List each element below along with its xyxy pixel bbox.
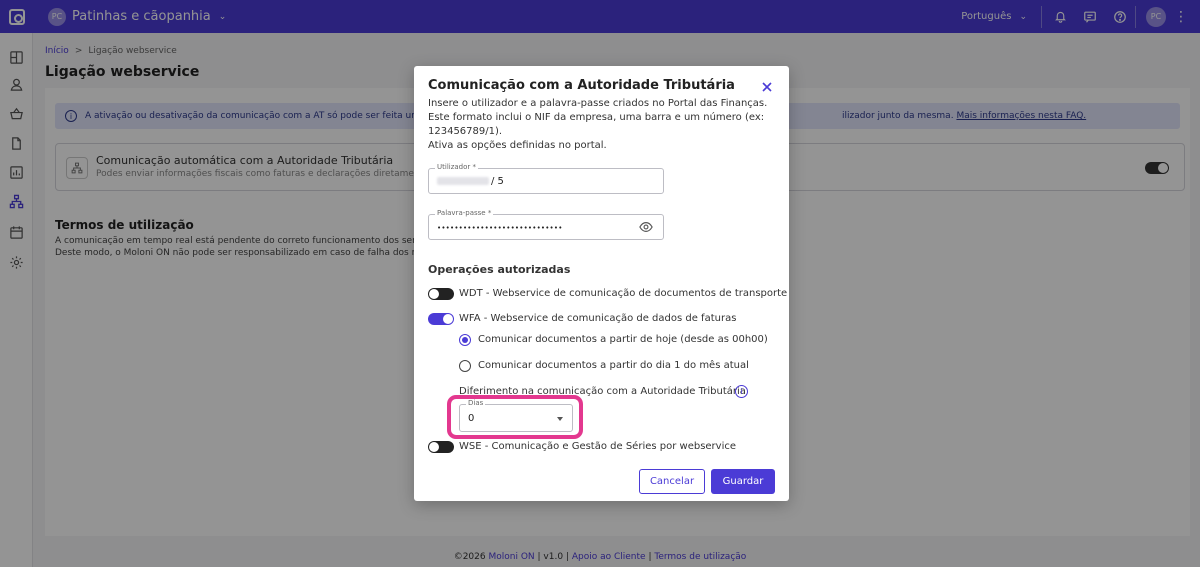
dialog-title: Comunicação com a Autoridade Tributária — [428, 78, 735, 93]
password-field[interactable]: Palavra-passe * ••••••••••••••••••••••••… — [428, 209, 664, 240]
dialog-description-line-3: Ativa as opções definidas no portal. — [428, 140, 607, 151]
wdt-label: WDT - Webservice de comunicação de docum… — [459, 288, 788, 299]
save-button[interactable]: Guardar — [711, 469, 775, 494]
wse-label: WSE - Comunicação e Gestão de Séries por… — [459, 441, 737, 452]
dialog-description: Insere o utilizador e a palavra-passe cr… — [428, 97, 778, 153]
dialog-description-line-2: Este formato inclui o NIF da empresa, um… — [428, 112, 765, 137]
radio-from-today[interactable] — [459, 334, 471, 346]
username-field[interactable]: Utilizador * / 5 — [428, 163, 664, 194]
username-label: Utilizador * — [435, 163, 478, 171]
wse-toggle[interactable] — [428, 441, 454, 453]
info-icon[interactable]: i — [735, 385, 748, 398]
dialog-description-line-1: Insere o utilizador e a palavra-passe cr… — [428, 98, 768, 109]
password-label: Palavra-passe * — [435, 209, 494, 217]
wfa-label: WFA - Webservice de comunicação de dados… — [459, 313, 737, 324]
password-value: ••••••••••••••••••••••••••••• — [437, 224, 563, 232]
wdt-toggle[interactable] — [428, 288, 454, 300]
radio-from-month-start-label[interactable]: Comunicar documentos a partir do dia 1 d… — [478, 360, 749, 371]
redacted-nif — [437, 177, 489, 185]
cancel-button[interactable]: Cancelar — [639, 469, 705, 494]
radio-from-today-label[interactable]: Comunicar documentos a partir de hoje (d… — [478, 334, 768, 345]
highlight-frame — [447, 395, 583, 439]
radio-from-month-start[interactable] — [459, 360, 471, 372]
eye-icon[interactable] — [639, 221, 653, 233]
operations-title: Operações autorizadas — [428, 263, 571, 276]
username-suffix: / 5 — [491, 176, 504, 187]
wfa-toggle[interactable] — [428, 313, 454, 325]
close-icon[interactable] — [761, 81, 773, 93]
